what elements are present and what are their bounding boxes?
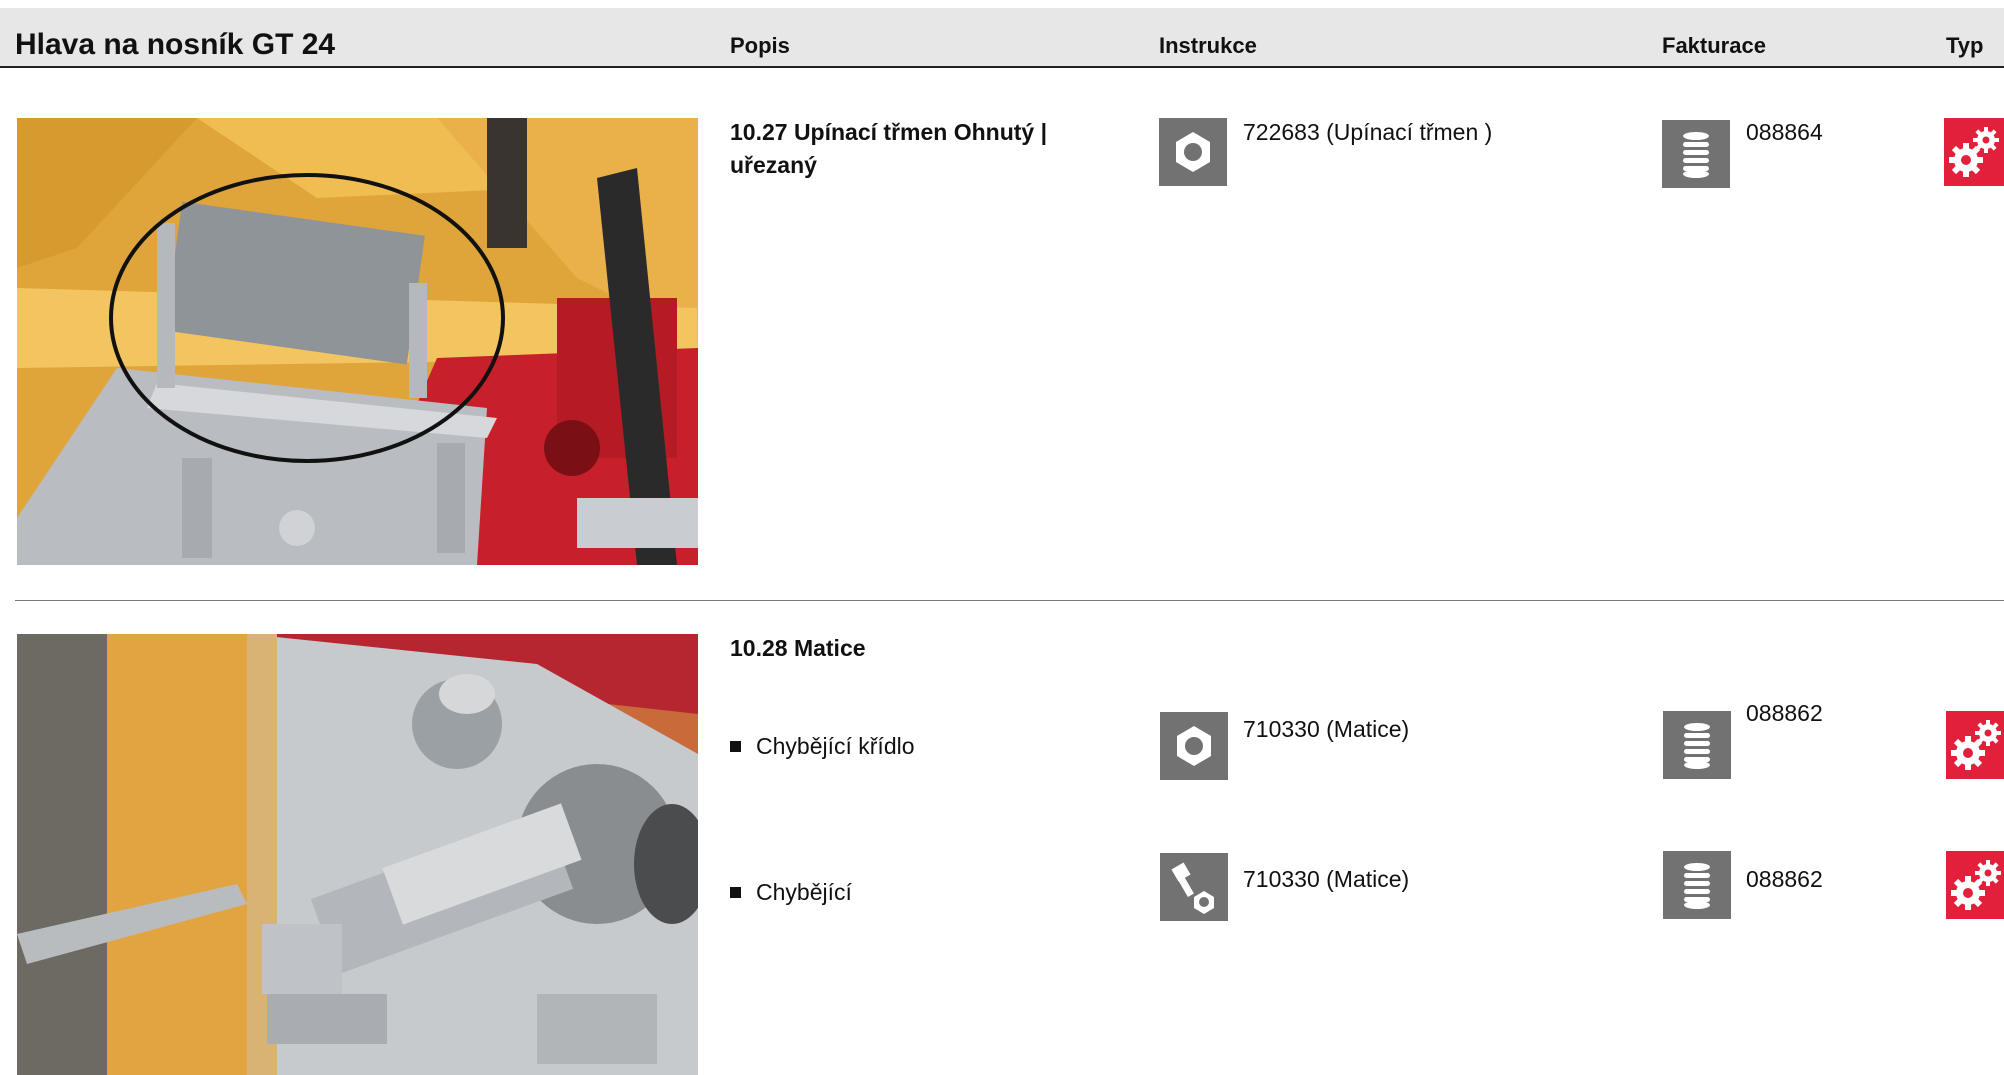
page-title: Hlava na nosník GT 24	[15, 28, 336, 61]
coil-stack-icon	[1662, 120, 1730, 188]
billing-code: 088862	[1746, 866, 1823, 892]
nut-icon	[1159, 118, 1227, 186]
column-header-fakturace: Fakturace	[1662, 33, 1766, 58]
nut-icon	[1160, 712, 1228, 780]
table-header: Hlava na nosník GT 24 Popis Instrukce Fa…	[0, 8, 2004, 68]
column-header-typ: Typ	[1946, 33, 1984, 58]
bolt-nut-icon	[1160, 853, 1228, 921]
item-title-10-28: 10.28 Matice	[730, 635, 866, 661]
row-divider	[15, 600, 2004, 601]
billing-code: 088864	[1746, 119, 1823, 145]
list-item-label: Chybějící	[730, 876, 852, 909]
list-item-label: Chybějící křídlo	[730, 730, 915, 763]
item-title-10-27: 10.27 Upínací třmen Ohnutý | uřezaný	[730, 116, 1047, 182]
instruction-text: 722683 (Upínací třmen )	[1243, 119, 1493, 145]
instruction-text: 710330 (Matice)	[1243, 716, 1410, 742]
item-title-line-1: 10.27 Upínací třmen Ohnutý |	[730, 119, 1048, 145]
billing-code: 088862	[1746, 700, 1823, 726]
gears-icon	[1946, 851, 2004, 919]
instruction-text: 710330 (Matice)	[1243, 866, 1410, 892]
coil-stack-icon	[1663, 711, 1731, 779]
item-photo-clamp	[17, 118, 698, 565]
column-header-popis: Popis	[730, 33, 790, 58]
gears-icon	[1944, 118, 2004, 186]
gears-icon	[1946, 711, 2004, 779]
coil-stack-icon	[1663, 851, 1731, 919]
column-header-instrukce: Instrukce	[1159, 33, 1257, 58]
item-title-line-2: uřezaný	[730, 152, 817, 178]
item-photo-nut	[17, 634, 698, 1075]
